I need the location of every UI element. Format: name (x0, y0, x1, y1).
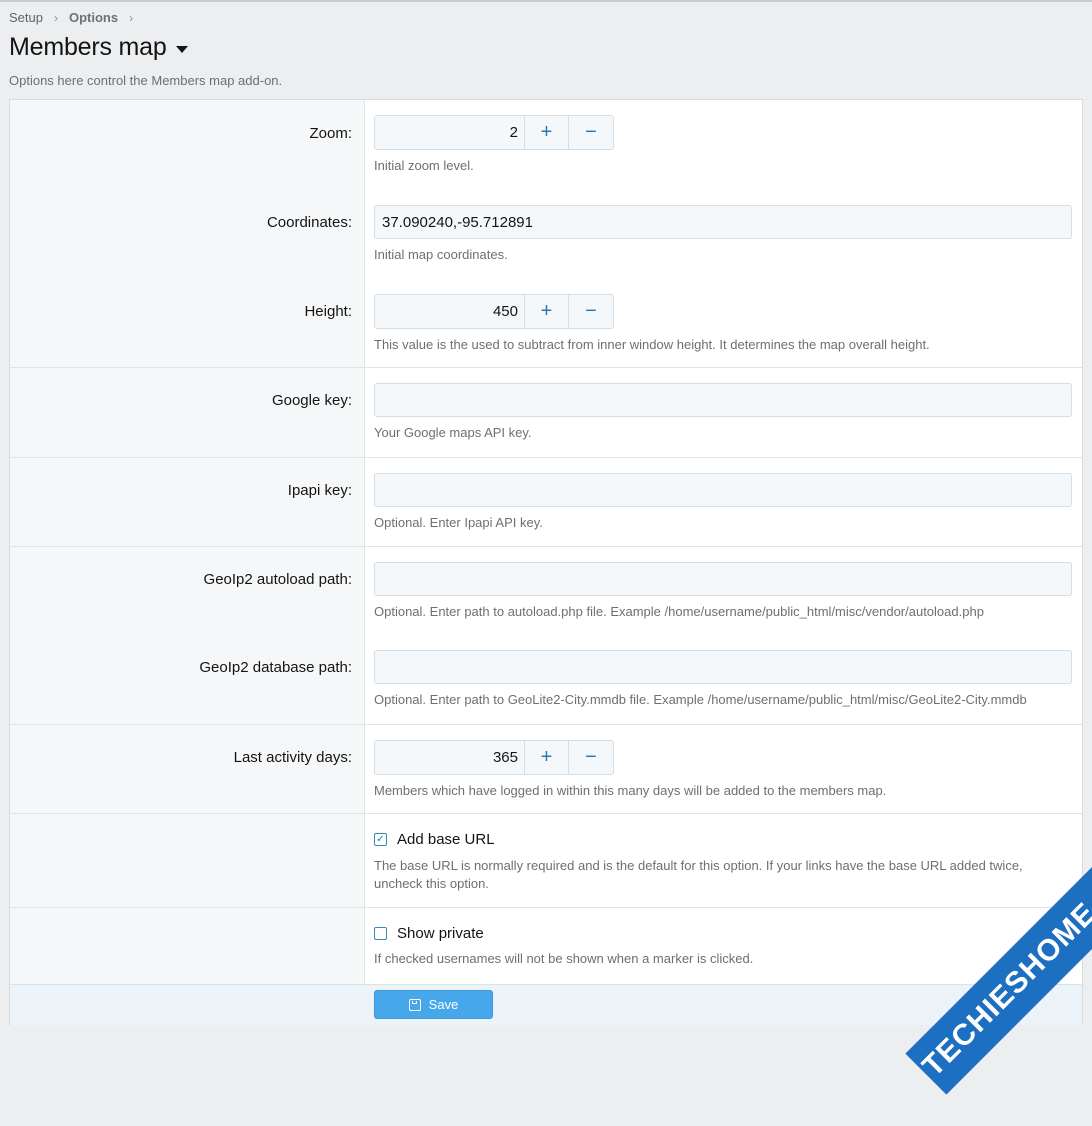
breadcrumb-options-link[interactable]: Options (69, 10, 118, 25)
zoom-hint: Initial zoom level. (374, 158, 474, 173)
last-activity-label: Last activity days: (233, 749, 352, 766)
zoom-number-input: 2 + − (374, 115, 614, 150)
last-activity-number-input: 365 + − (374, 740, 614, 775)
show-private-label[interactable]: Show private (397, 925, 484, 942)
zoom-input[interactable]: 2 (375, 116, 525, 149)
geoip2-database-input[interactable] (374, 650, 1072, 684)
show-private-checkbox[interactable] (374, 927, 387, 940)
geoip2-autoload-hint: Optional. Enter path to autoload.php fil… (374, 604, 984, 619)
top-border (0, 0, 1092, 2)
show-private-option[interactable]: Show private (374, 925, 484, 942)
add-base-url-checkbox[interactable]: ✓ (374, 833, 387, 846)
add-base-url-option[interactable]: ✓ Add base URL (374, 831, 495, 848)
save-icon (408, 998, 421, 1011)
geoip2-autoload-label: GeoIp2 autoload path: (203, 571, 352, 588)
geoip2-database-label: GeoIp2 database path: (199, 659, 352, 676)
option-row-last-activity: Last activity days: 365 + − Members whic… (10, 724, 1082, 814)
option-row-height: Height: 450 + − This value is the used t… (10, 278, 1082, 367)
option-row-geoip2-autoload: GeoIp2 autoload path: Optional. Enter pa… (10, 546, 1082, 636)
page-title: Members map (9, 33, 167, 61)
option-row-add-base-url: ✓ Add base URL The base URL is normally … (10, 813, 1082, 908)
breadcrumb-setup-link[interactable]: Setup (9, 10, 43, 25)
google-key-hint: Your Google maps API key. (374, 425, 532, 440)
last-activity-increment-button[interactable]: + (525, 741, 569, 774)
ipapi-key-label: Ipapi key: (287, 482, 352, 499)
zoom-decrement-button[interactable]: − (569, 116, 613, 149)
save-button[interactable]: Save (374, 990, 493, 1019)
zoom-label: Zoom: (309, 125, 352, 142)
last-activity-hint: Members which have logged in within this… (374, 783, 887, 798)
option-row-zoom: Zoom: 2 + − Initial zoom level. (10, 100, 1082, 189)
google-key-label: Google key: (271, 392, 352, 409)
height-label: Height: (304, 303, 352, 320)
last-activity-input[interactable]: 365 (375, 741, 525, 774)
form-footer: Save (10, 984, 1082, 1025)
option-row-google-key: Google key: Your Google maps API key. (10, 367, 1082, 457)
add-base-url-label[interactable]: Add base URL (397, 831, 495, 848)
add-base-url-hint: The base URL is normally required and is… (374, 858, 1023, 891)
height-hint: This value is the used to subtract from … (374, 337, 930, 352)
ipapi-key-input[interactable] (374, 473, 1072, 507)
coordinates-input[interactable]: 37.090240,-95.712891 (374, 205, 1072, 239)
save-button-label: Save (428, 997, 459, 1012)
last-activity-decrement-button[interactable]: − (569, 741, 613, 774)
ipapi-key-hint: Optional. Enter Ipapi API key. (374, 515, 543, 530)
coordinates-label: Coordinates: (266, 214, 352, 231)
chevron-right-icon: › (129, 10, 134, 25)
geoip2-autoload-input[interactable] (374, 562, 1072, 596)
title-row: Members map (9, 33, 188, 62)
height-input[interactable]: 450 (375, 295, 525, 328)
chevron-right-icon: › (53, 10, 58, 25)
zoom-increment-button[interactable]: + (525, 116, 569, 149)
option-row-show-private: Show private If checked usernames will n… (10, 907, 1082, 985)
options-form: Zoom: 2 + − Initial zoom level. Coordina… (9, 99, 1083, 1025)
google-key-input[interactable] (374, 383, 1072, 417)
height-number-input: 450 + − (374, 294, 614, 329)
option-row-coordinates: Coordinates: 37.090240,-95.712891 Initia… (10, 189, 1082, 278)
coordinates-hint: Initial map coordinates. (374, 247, 508, 262)
breadcrumb: Setup › Options › (9, 10, 144, 25)
show-private-hint: If checked usernames will not be shown w… (374, 951, 754, 966)
caret-down-icon[interactable] (175, 45, 188, 53)
option-row-geoip2-database: GeoIp2 database path: Optional. Enter pa… (10, 635, 1082, 724)
height-decrement-button[interactable]: − (569, 295, 613, 328)
checkmark-icon: ✓ (376, 834, 385, 845)
option-row-ipapi-key: Ipapi key: Optional. Enter Ipapi API key… (10, 457, 1082, 547)
geoip2-database-hint: Optional. Enter path to GeoLite2-City.mm… (374, 692, 1027, 707)
page-description: Options here control the Members map add… (9, 73, 283, 88)
height-increment-button[interactable]: + (525, 295, 569, 328)
